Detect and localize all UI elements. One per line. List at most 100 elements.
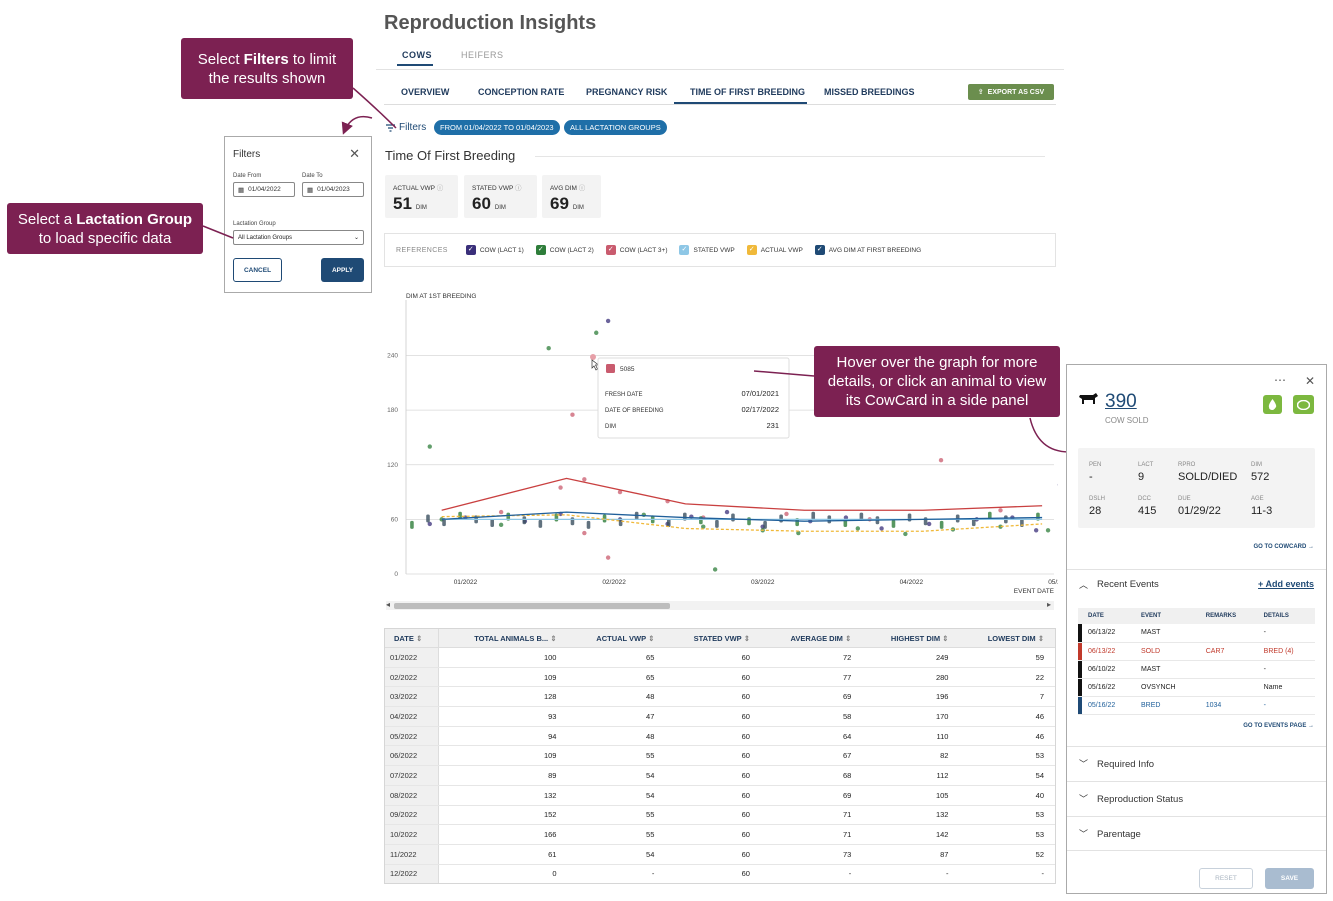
event-remarks: 1034 — [1199, 696, 1258, 715]
section-reproduction-status[interactable]: ﹀ Reproduction Status — [1067, 781, 1326, 816]
more-options-icon[interactable]: ⋯ — [1274, 373, 1286, 387]
table-cell: 09/2022 — [384, 805, 439, 826]
scroll-left-icon[interactable]: ◂ — [386, 600, 390, 609]
go-to-events-page-link[interactable]: GO TO EVENTS PAGE → — [1243, 723, 1314, 729]
table-cell: 54 — [568, 785, 667, 806]
col-header[interactable]: HIGHEST DIM ⇕ — [863, 628, 961, 648]
save-button[interactable]: SAVE — [1265, 868, 1314, 889]
data-point — [715, 519, 719, 528]
tab-time-of-first-breeding[interactable]: TIME OF FIRST BREEDING — [690, 87, 805, 97]
table-cell: 02/2022 — [384, 667, 439, 688]
event-row[interactable]: 06/10/22 MAST - — [1078, 660, 1315, 679]
info-icon[interactable]: ⓘ — [579, 185, 586, 192]
reset-button[interactable]: RESET — [1199, 868, 1253, 889]
col-header[interactable]: ACTUAL VWP ⇕ — [568, 628, 667, 648]
table-cell: 04/2022 — [384, 706, 439, 727]
event-remarks — [1199, 624, 1258, 643]
data-point — [582, 477, 587, 482]
table-cell: 142 — [863, 824, 961, 845]
sort-icon[interactable]: ⇕ — [843, 634, 851, 643]
lactation-group-select[interactable]: All Lactation Groups ⌄ — [233, 230, 364, 245]
lactation-pill[interactable]: ALL LACTATION GROUPS — [564, 120, 667, 135]
filters-button[interactable]: Filters — [386, 122, 426, 133]
close-icon[interactable]: ✕ — [1305, 374, 1315, 388]
apply-button[interactable]: APPLY — [321, 258, 364, 282]
cow-number-link[interactable]: 390 — [1105, 391, 1137, 413]
chart-scrollbar-thumb[interactable] — [394, 603, 670, 609]
export-csv-button[interactable]: ⇪ EXPORT AS CSV — [968, 84, 1054, 100]
checkbox-checked-icon[interactable]: ✓ — [746, 245, 757, 255]
sort-icon[interactable]: ⇕ — [1036, 634, 1044, 643]
table-cell: 22 — [960, 667, 1056, 688]
stat-avg-dim: AVG DIM ⓘ 69 DIM — [542, 175, 601, 218]
ref-avg-dim[interactable]: ✓ AVG DIM AT FIRST BREEDING — [814, 245, 921, 255]
data-point — [490, 519, 495, 528]
ref-actual-vwp[interactable]: ✓ ACTUAL VWP — [746, 245, 803, 255]
date-to-input[interactable]: ▦ 01/04/2023 — [302, 182, 364, 197]
stat-stated-vwp: STATED VWP ⓘ 60 DIM — [464, 175, 537, 218]
table-cell: 46 — [960, 706, 1056, 727]
ref-stated-vwp[interactable]: ✓ STATED VWP — [679, 245, 735, 255]
col-header[interactable]: LOWEST DIM ⇕ — [960, 628, 1056, 648]
section-required-info[interactable]: ﹀ Required Info — [1067, 746, 1326, 781]
sort-icon[interactable]: ⇕ — [414, 634, 422, 643]
sort-icon[interactable]: ⇕ — [646, 634, 654, 643]
event-row[interactable]: 06/13/22 SOLD CAR7 BRED (4) — [1078, 642, 1315, 661]
col-header[interactable]: STATED VWP ⇕ — [666, 628, 762, 648]
tab-conception-rate[interactable]: CONCEPTION RATE — [478, 87, 564, 97]
info-icon[interactable]: ⓘ — [515, 185, 522, 192]
tab-overview[interactable]: OVERVIEW — [401, 87, 449, 97]
col-header[interactable]: AVERAGE DIM ⇕ — [761, 628, 864, 648]
table-cell: 100 — [438, 647, 569, 668]
date-from-input[interactable]: ▦ 01/04/2022 — [233, 182, 295, 197]
date-from-label: Date From — [233, 173, 262, 179]
tab-pregnancy-risk[interactable]: PREGNANCY RISK — [586, 87, 667, 97]
checkbox-checked-icon[interactable]: ✓ — [605, 245, 616, 255]
data-point — [582, 530, 587, 536]
ref-label: COW (LACT 2) — [549, 246, 594, 254]
col-header[interactable]: DATE ⇕ — [384, 628, 439, 648]
callout-text: Select — [197, 50, 244, 68]
event-row[interactable]: 06/13/22 MAST - — [1078, 624, 1315, 643]
event-details: - — [1257, 624, 1315, 643]
info-icon[interactable]: ⓘ — [437, 185, 444, 192]
checkbox-checked-icon[interactable]: ✓ — [535, 245, 546, 255]
sort-icon[interactable]: ⇕ — [940, 634, 948, 643]
tab-missed-breedings[interactable]: MISSED BREEDINGS — [824, 87, 915, 97]
col-header[interactable]: TOTAL ANIMALS B... ⇕ — [438, 628, 569, 648]
sort-icon[interactable]: ⇕ — [742, 634, 750, 643]
stomach-icon[interactable] — [1293, 395, 1314, 414]
date-range-pill[interactable]: FROM 01/04/2022 TO 01/04/2023 — [434, 120, 560, 135]
ref-cow-lact2[interactable]: ✓ COW (LACT 2) — [535, 245, 594, 255]
event-row[interactable]: 05/16/22 OVSYNCH Name — [1078, 678, 1315, 697]
close-icon[interactable]: ✕ — [349, 146, 360, 162]
tab-heifers[interactable]: HEIFERS — [461, 50, 504, 60]
table-cell: 109 — [438, 667, 569, 688]
add-events-link[interactable]: + Add events — [1258, 579, 1314, 589]
event-row[interactable]: 05/16/22 BRED 1034- — [1078, 696, 1315, 715]
scroll-right-icon[interactable]: ▸ — [1047, 600, 1051, 609]
checkbox-checked-icon[interactable]: ✓ — [465, 245, 476, 255]
drop-icon[interactable] — [1263, 395, 1282, 414]
table-cell: 60 — [666, 667, 762, 688]
sort-icon[interactable]: ⇕ — [548, 634, 556, 643]
checkbox-checked-icon[interactable]: ✓ — [679, 245, 690, 255]
table-cell: 55 — [568, 805, 667, 826]
go-to-cowcard-link[interactable]: GO TO COWCARD → — [1253, 544, 1314, 550]
tab-cows[interactable]: COWS — [402, 50, 432, 60]
table-row: 08/2022 132 54 60 69 105 40 — [384, 785, 1056, 806]
event-event: SOLD — [1135, 642, 1200, 661]
stat-label: STATED VWP — [472, 185, 514, 192]
cancel-button[interactable]: CANCEL — [233, 258, 282, 282]
section-parentage[interactable]: ﹀ Parentage — [1067, 816, 1326, 851]
x-tick-label: 02/2022 — [602, 579, 626, 586]
info-age: AGE 11-3 — [1251, 496, 1273, 517]
table-cell: 60 — [666, 844, 762, 865]
callout-bold: Lactation Group — [76, 210, 193, 228]
ref-cow-lact1[interactable]: ✓ COW (LACT 1) — [465, 245, 524, 255]
info-due: DUE 01/29/22 — [1178, 496, 1221, 517]
ref-cow-lact3[interactable]: ✓ COW (LACT 3+) — [605, 245, 667, 255]
table-cell: - — [568, 864, 667, 885]
checkbox-checked-icon[interactable]: ✓ — [814, 245, 825, 255]
scatter-chart[interactable]: DIM AT 1ST BREEDING 0 60 120 180 240 01/2022 02… — [378, 290, 1058, 600]
